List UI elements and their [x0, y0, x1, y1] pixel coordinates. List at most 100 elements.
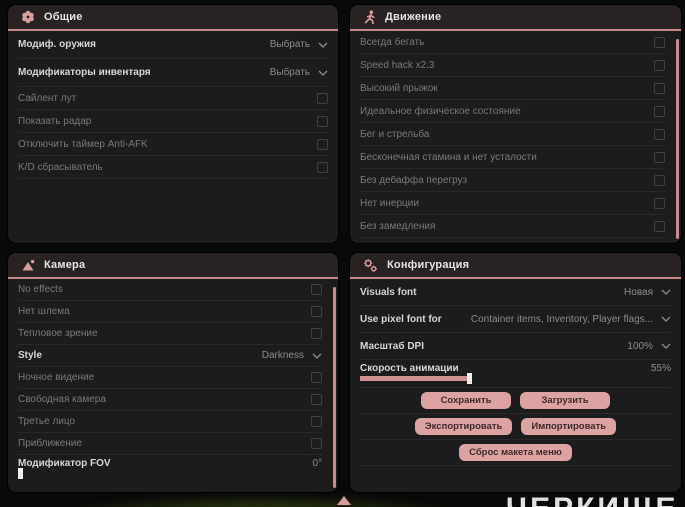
no-inertia-checkbox[interactable] — [654, 197, 665, 209]
row-weapon-mod: Модиф. оружия Выбрать — [18, 31, 328, 59]
dpi-scale-dropdown[interactable]: 100% — [627, 341, 671, 352]
row-kd-reset: K/D сбрасыватель — [18, 156, 328, 179]
row-label: Отключить таймер Anti-AFK — [18, 138, 148, 150]
import-button[interactable]: Импортировать — [521, 418, 617, 435]
runner-icon — [363, 10, 376, 24]
row-label: Без дебаффа перегруз — [360, 174, 468, 186]
zoom-checkbox[interactable] — [311, 438, 322, 449]
style-dropdown[interactable]: Darkness — [262, 350, 322, 361]
no-helmet-checkbox[interactable] — [311, 306, 322, 317]
flower-icon — [21, 10, 35, 24]
high-jump-checkbox[interactable] — [654, 82, 665, 94]
anim-speed-value: 55% — [650, 363, 671, 374]
row-label: Бесконечная стамина и нет усталости — [360, 151, 537, 163]
third-person-checkbox[interactable] — [311, 416, 322, 427]
row-label: Без замедления — [360, 220, 436, 232]
row-high-jump: Высокий прыжок — [360, 77, 665, 100]
row-label: Модиф. оружия — [18, 39, 96, 50]
inventory-mods-dropdown[interactable]: Выбрать — [270, 67, 328, 78]
panel-general-header[interactable]: Общие — [8, 5, 338, 31]
anti-afk-checkbox[interactable] — [317, 138, 328, 150]
image-icon — [21, 258, 35, 272]
infinite-stamina-checkbox[interactable] — [654, 151, 665, 163]
row-label: K/D сбрасыватель — [18, 161, 103, 173]
anim-speed-slider-handle[interactable] — [467, 373, 472, 384]
weapon-mod-dropdown[interactable]: Выбрать — [270, 39, 328, 50]
anim-speed-slider[interactable] — [360, 373, 560, 384]
row-visuals-font: Visuals font Новая — [360, 279, 671, 306]
row-label: Всегда бегать — [360, 36, 425, 48]
fov-value: 0° — [312, 458, 322, 469]
row-label: Приближение — [18, 438, 82, 449]
row-label: Скорость анимации — [360, 363, 459, 374]
row-no-inertia: Нет инерции — [360, 192, 665, 215]
row-label: Ночное видение — [18, 372, 95, 383]
row-thermal-vision: Тепловое зрение — [18, 323, 322, 345]
run-and-shoot-checkbox[interactable] — [654, 128, 665, 140]
save-button[interactable]: Сохранить — [421, 392, 511, 409]
load-button[interactable]: Загрузить — [520, 392, 610, 409]
row-label: Speed hack x2.3 — [360, 59, 435, 71]
row-label: Тепловое зрение — [18, 328, 98, 339]
row-perfect-condition: Идеальное физическое состояние — [360, 100, 665, 123]
row-no-overload-debuff: Без дебаффа перегруз — [360, 169, 665, 192]
panel-movement-header[interactable]: Движение — [350, 5, 681, 31]
panel-config-header[interactable]: Конфигурация — [350, 253, 681, 279]
row-label: Показать радар — [18, 115, 92, 127]
config-buttons-row-2: Экспортировать Импортировать — [360, 414, 671, 440]
no-effects-checkbox[interactable] — [311, 284, 322, 295]
mod-menu-overlay: ЧЕРКИЩЕ Общие Модиф. оружия Выб — [0, 0, 685, 507]
row-label: Сайлент лут — [18, 92, 77, 104]
chevron-down-icon — [661, 343, 671, 349]
fov-slider-handle[interactable] — [18, 468, 23, 479]
config-buttons-row-3: Сброс макета меню — [360, 440, 671, 466]
visuals-font-dropdown[interactable]: Новая — [624, 287, 671, 298]
row-no-effects: No effects — [18, 279, 322, 301]
panel-movement-title: Движение — [385, 11, 442, 23]
camera-scrollbar[interactable] — [333, 287, 336, 488]
pixel-font-dropdown[interactable]: Container items, Inventory, Player flags… — [471, 314, 671, 325]
panel-movement: Движение Всегда бегать Speed hack x2.3 В… — [350, 5, 681, 243]
export-button[interactable]: Экспортировать — [414, 418, 513, 435]
row-pixel-font: Use pixel font for Container items, Inve… — [360, 306, 671, 333]
row-label: No effects — [18, 284, 63, 295]
panel-general-body: Модиф. оружия Выбрать Модификаторы инвен… — [8, 31, 338, 179]
row-label: Масштаб DPI — [360, 340, 424, 352]
row-label: Нет инерции — [360, 197, 419, 209]
row-label: Use pixel font for — [360, 313, 442, 325]
night-vision-checkbox[interactable] — [311, 372, 322, 383]
row-style: Style Darkness — [18, 345, 322, 367]
game-background-glow — [60, 494, 460, 507]
thermal-vision-checkbox[interactable] — [311, 328, 322, 339]
row-no-slowdown: Без замедления — [360, 215, 665, 238]
row-third-person: Третье лицо — [18, 411, 322, 433]
panel-movement-body: Всегда бегать Speed hack x2.3 Высокий пр… — [350, 31, 681, 238]
row-anim-speed: Скорость анимации 55% — [360, 360, 671, 388]
silent-loot-checkbox[interactable] — [317, 92, 328, 104]
show-radar-checkbox[interactable] — [317, 115, 328, 127]
speed-hack-checkbox[interactable] — [654, 59, 665, 71]
row-inventory-mods: Модификаторы инвентаря Выбрать — [18, 59, 328, 87]
perfect-condition-checkbox[interactable] — [654, 105, 665, 117]
movement-scrollbar[interactable] — [676, 39, 679, 239]
row-show-radar: Показать радар — [18, 110, 328, 133]
row-silent-loot: Сайлент лут — [18, 87, 328, 110]
row-zoom: Приближение — [18, 433, 322, 455]
gears-icon — [363, 258, 378, 273]
kd-reset-checkbox[interactable] — [317, 161, 328, 173]
row-night-vision: Ночное видение — [18, 367, 322, 389]
fov-slider[interactable] — [18, 468, 218, 479]
panel-camera-header[interactable]: Камера — [8, 253, 338, 279]
panel-camera-title: Камера — [44, 259, 86, 271]
no-slowdown-checkbox[interactable] — [654, 220, 665, 232]
chevron-down-icon — [661, 289, 671, 295]
row-no-helmet: Нет шлема — [18, 301, 322, 323]
panel-config-body: Visuals font Новая Use pixel font for Co… — [350, 279, 681, 466]
panel-camera: Камера No effects Нет шлема Тепловое зре… — [8, 253, 338, 492]
reset-layout-button[interactable]: Сброс макета меню — [459, 444, 572, 461]
no-overload-debuff-checkbox[interactable] — [654, 174, 665, 186]
row-free-camera: Свободная камера — [18, 389, 322, 411]
free-camera-checkbox[interactable] — [311, 394, 322, 405]
row-speed-hack: Speed hack x2.3 — [360, 54, 665, 77]
always-run-checkbox[interactable] — [654, 36, 665, 48]
